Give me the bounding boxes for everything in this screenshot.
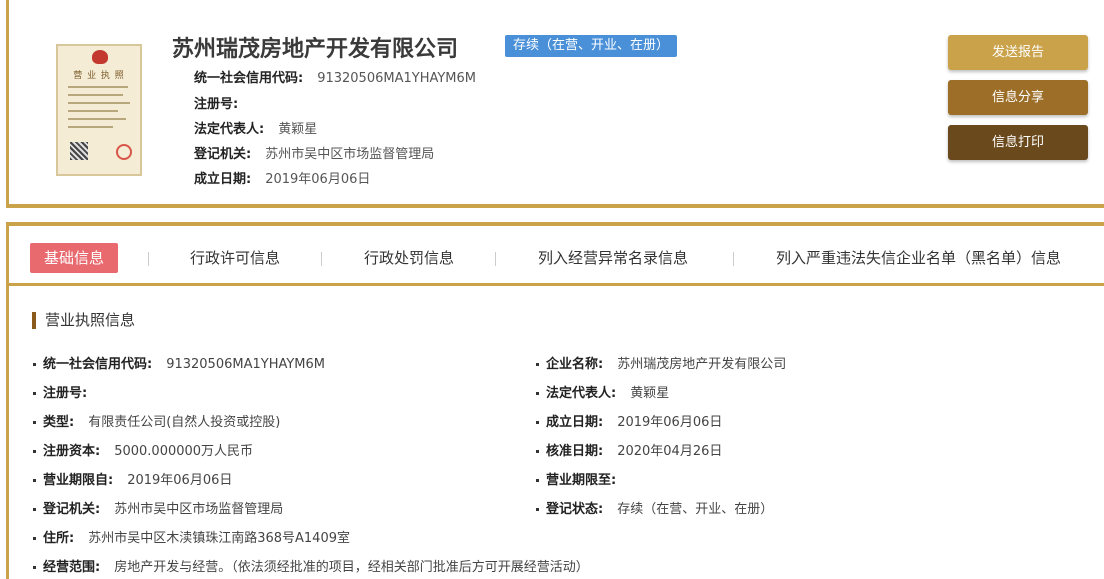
business-license-image[interactable]: 营 业 执 照 bbox=[56, 44, 142, 176]
field-value: 2020年04月26日 bbox=[617, 444, 723, 459]
field-value: 黄颖星 bbox=[278, 122, 318, 137]
field-label: 登记机关: bbox=[194, 147, 252, 162]
detail-row: 成立日期: 2019年06月06日 bbox=[536, 411, 722, 430]
license-text-line bbox=[68, 126, 113, 128]
field-value: 5000.000000万人民币 bbox=[114, 444, 254, 459]
detail-row: 住所: 苏州市吴中区木渎镇珠江南路368号A1409室 bbox=[33, 527, 350, 546]
license-text-line bbox=[68, 118, 126, 120]
detail-row: 企业名称: 苏州瑞茂房地产开发有限公司 bbox=[536, 353, 786, 372]
field-value: 苏州瑞茂房地产开发有限公司 bbox=[617, 357, 787, 372]
license-title: 营 业 执 照 bbox=[73, 71, 125, 81]
details-card: 基础信息 行政许可信息 行政处罚信息 列入经营异常名录信息 列入严重违法失信企业… bbox=[6, 222, 1104, 579]
field-value: 苏州市吴中区市场监督管理局 bbox=[114, 502, 284, 517]
tab-admin-license[interactable]: 行政许可信息 bbox=[190, 243, 280, 273]
header-legal-rep: 法定代表人: 黄颖星 bbox=[194, 118, 317, 137]
field-label: 经营范围: bbox=[43, 560, 101, 575]
field-label: 统一社会信用代码: bbox=[43, 357, 153, 372]
detail-row: 统一社会信用代码: 91320506MA1YHAYM6M bbox=[33, 353, 325, 372]
info-tabs: 基础信息 行政许可信息 行政处罚信息 列入经营异常名录信息 列入严重违法失信企业… bbox=[9, 226, 1104, 286]
field-value: 房地产开发与经营。（依法须经批准的项目，经相关部门批准后方可开展经营活动） bbox=[114, 560, 589, 575]
detail-row: 注册资本: 5000.000000万人民币 bbox=[33, 440, 253, 459]
field-label: 注册资本: bbox=[43, 444, 101, 459]
field-label: 企业名称: bbox=[546, 357, 604, 372]
field-label: 登记状态: bbox=[546, 502, 604, 517]
bullet-icon bbox=[33, 421, 36, 424]
company-name: 苏州瑞茂房地产开发有限公司 bbox=[172, 37, 459, 62]
detail-row: 登记状态: 存续（在营、开业、在册） bbox=[536, 498, 773, 517]
share-info-button[interactable]: 信息分享 bbox=[948, 80, 1088, 115]
tab-divider bbox=[495, 252, 496, 266]
detail-row: 营业期限自: 2019年06月06日 bbox=[33, 469, 232, 488]
tab-abnormal-list[interactable]: 列入经营异常名录信息 bbox=[538, 243, 688, 273]
field-label: 成立日期: bbox=[194, 172, 252, 187]
field-label: 统一社会信用代码: bbox=[194, 71, 304, 86]
field-value: 2019年06月06日 bbox=[617, 415, 723, 430]
field-label: 成立日期: bbox=[546, 415, 604, 430]
bullet-icon bbox=[536, 450, 539, 453]
field-value: 2019年06月06日 bbox=[265, 172, 371, 187]
tab-divider bbox=[321, 252, 322, 266]
bullet-icon bbox=[33, 566, 36, 569]
field-value: 存续（在营、开业、在册） bbox=[617, 502, 774, 517]
field-label: 营业期限至: bbox=[546, 473, 617, 488]
tab-basic-info[interactable]: 基础信息 bbox=[30, 243, 119, 273]
section-title: 营业执照信息 bbox=[32, 312, 135, 329]
tab-admin-penalty[interactable]: 行政处罚信息 bbox=[364, 243, 454, 273]
header-reg-number: 注册号: bbox=[194, 93, 252, 112]
qr-code-icon bbox=[70, 142, 88, 160]
bullet-icon bbox=[33, 479, 36, 482]
print-info-button[interactable]: 信息打印 bbox=[948, 125, 1088, 160]
field-label: 登记机关: bbox=[43, 502, 101, 517]
field-value: 91320506MA1YHAYM6M bbox=[166, 357, 325, 372]
detail-row: 注册号: bbox=[33, 382, 101, 401]
header-authority: 登记机关: 苏州市吴中区市场监督管理局 bbox=[194, 143, 434, 162]
detail-row: 核准日期: 2020年04月26日 bbox=[536, 440, 722, 459]
field-value: 91320506MA1YHAYM6M bbox=[317, 71, 476, 86]
bullet-icon bbox=[536, 363, 539, 366]
license-text-line bbox=[68, 86, 128, 88]
header-credit-code: 统一社会信用代码: 91320506MA1YHAYM6M bbox=[194, 67, 476, 86]
field-label: 注册号: bbox=[43, 386, 88, 401]
field-label: 类型: bbox=[43, 415, 75, 430]
detail-row: 经营范围: 房地产开发与经营。（依法须经批准的项目，经相关部门批准后方可开展经营活… bbox=[33, 556, 589, 575]
tab-divider bbox=[733, 252, 734, 266]
tab-divider bbox=[148, 252, 149, 266]
detail-row: 法定代表人: 黄颖星 bbox=[536, 382, 669, 401]
license-text-line bbox=[68, 110, 118, 112]
status-badge: 存续（在营、开业、在册） bbox=[505, 35, 678, 57]
field-value: 苏州市吴中区木渎镇珠江南路368号A1409室 bbox=[88, 531, 350, 546]
field-label: 营业期限自: bbox=[43, 473, 114, 488]
bullet-icon bbox=[536, 421, 539, 424]
field-label: 住所: bbox=[43, 531, 75, 546]
bullet-icon bbox=[33, 508, 36, 511]
field-label: 法定代表人: bbox=[194, 122, 265, 137]
header-established: 成立日期: 2019年06月06日 bbox=[194, 168, 370, 187]
bullet-icon bbox=[33, 450, 36, 453]
field-value: 有限责任公司(自然人投资或控股) bbox=[88, 415, 281, 430]
national-emblem-icon bbox=[92, 50, 108, 64]
detail-row: 营业期限至: bbox=[536, 469, 630, 488]
tab-blacklist[interactable]: 列入严重违法失信企业名单（黑名单）信息 bbox=[776, 243, 1061, 273]
field-label: 注册号: bbox=[194, 97, 239, 112]
bullet-icon bbox=[33, 537, 36, 540]
company-header-card: 营 业 执 照 苏州瑞茂房地产开发有限公司 存续（在营、开业、在册） 统一社会信… bbox=[6, 0, 1104, 208]
send-report-button[interactable]: 发送报告 bbox=[948, 35, 1088, 70]
field-value: 苏州市吴中区市场监督管理局 bbox=[265, 147, 435, 162]
license-text-line bbox=[68, 102, 130, 104]
field-label: 核准日期: bbox=[546, 444, 604, 459]
bullet-icon bbox=[33, 392, 36, 395]
license-text-line bbox=[68, 94, 123, 96]
bullet-icon bbox=[536, 479, 539, 482]
detail-row: 登记机关: 苏州市吴中区市场监督管理局 bbox=[33, 498, 283, 517]
detail-row: 类型: 有限责任公司(自然人投资或控股) bbox=[33, 411, 280, 430]
bullet-icon bbox=[536, 392, 539, 395]
field-value: 黄颖星 bbox=[630, 386, 670, 401]
field-label: 法定代表人: bbox=[546, 386, 617, 401]
official-seal-icon bbox=[116, 144, 132, 160]
field-value: 2019年06月06日 bbox=[127, 473, 233, 488]
bullet-icon bbox=[536, 508, 539, 511]
bullet-icon bbox=[33, 363, 36, 366]
